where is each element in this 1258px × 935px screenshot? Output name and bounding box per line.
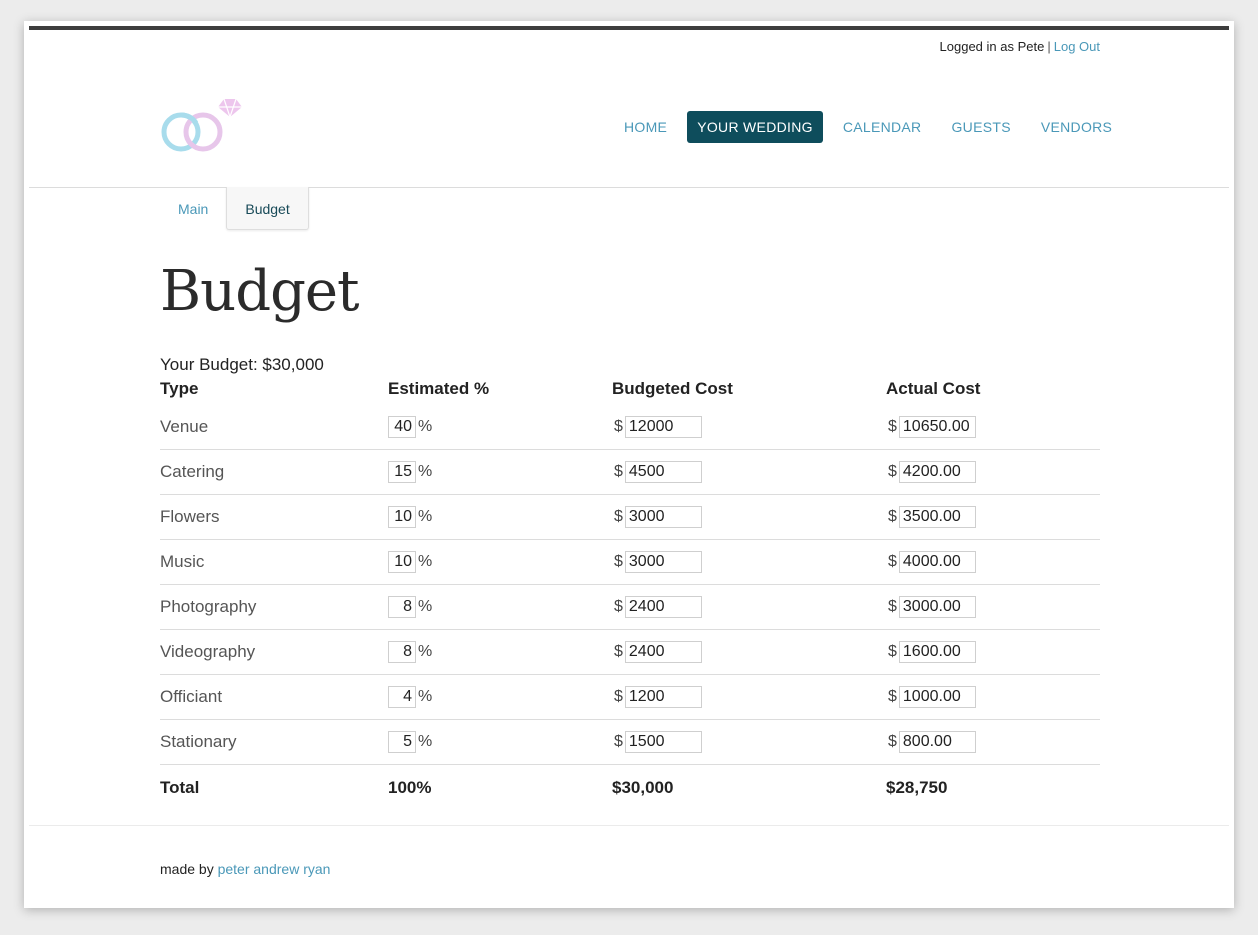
footer-divider: [29, 825, 1229, 826]
table-row: Music % $ $: [160, 540, 1100, 585]
percent-sign: %: [418, 508, 433, 525]
estimated-percent-input[interactable]: [388, 731, 416, 753]
dollar-sign: $: [888, 733, 897, 750]
dollar-sign: $: [888, 688, 897, 705]
percent-sign: %: [418, 733, 433, 750]
dollar-sign: $: [888, 418, 897, 435]
total-budget-text: Your Budget: $30,000: [160, 355, 324, 374]
nav-your-wedding[interactable]: YOUR WEDDING: [687, 111, 823, 143]
sub-tabs: Main Budget: [160, 187, 309, 230]
total-percent: 100%: [388, 778, 432, 797]
browser-window: Logged in as Pete | Log Out HOME YOUR WEDD…: [24, 21, 1234, 908]
dollar-sign: $: [614, 598, 623, 615]
budget-table: Type Estimated % Budgeted Cost Actual Co…: [160, 379, 1100, 811]
dollar-sign: $: [614, 553, 623, 570]
budgeted-cost-input[interactable]: [624, 461, 702, 483]
dollar-sign: $: [614, 643, 623, 660]
top-bar: [29, 26, 1229, 30]
table-row: Flowers % $ $: [160, 495, 1100, 540]
nav-home[interactable]: HOME: [614, 111, 677, 143]
table-row: Officiant % $ $: [160, 675, 1100, 720]
dollar-sign: $: [614, 418, 623, 435]
page-title: Budget: [160, 259, 360, 324]
dollar-sign: $: [888, 463, 897, 480]
dollar-sign: $: [614, 733, 623, 750]
author-link[interactable]: peter andrew ryan: [218, 861, 331, 877]
total-actual: $28,750: [886, 778, 948, 797]
total-budgeted: $30,000: [612, 778, 674, 797]
estimated-percent-input[interactable]: [388, 596, 416, 618]
table-row: Stationary % $ $: [160, 720, 1100, 765]
row-type: Videography: [160, 642, 256, 661]
percent-sign: %: [418, 643, 433, 660]
actual-cost-input[interactable]: [898, 596, 976, 618]
table-row: Videography % $ $: [160, 630, 1100, 675]
header-estimated: Estimated %: [388, 379, 490, 398]
actual-cost-input[interactable]: [898, 731, 976, 753]
table-row: Catering % $ $: [160, 450, 1100, 495]
tab-budget[interactable]: Budget: [226, 187, 309, 230]
row-type: Venue: [160, 417, 209, 436]
estimated-percent-input[interactable]: [388, 506, 416, 528]
row-type: Flowers: [160, 507, 220, 526]
table-row: Photography % $ $: [160, 585, 1100, 630]
budgeted-cost-input[interactable]: [624, 731, 702, 753]
estimated-percent-input[interactable]: [388, 461, 416, 483]
dollar-sign: $: [614, 688, 623, 705]
actual-cost-input[interactable]: [898, 641, 976, 663]
table-header-row: Type Estimated % Budgeted Cost Actual Co…: [160, 379, 1100, 405]
estimated-percent-input[interactable]: [388, 686, 416, 708]
actual-cost-input[interactable]: [898, 551, 976, 573]
wedding-rings-icon[interactable]: [160, 97, 244, 155]
row-type: Stationary: [160, 732, 237, 751]
nav-calendar[interactable]: CALENDAR: [833, 111, 932, 143]
header-actual: Actual Cost: [886, 379, 981, 398]
nav-vendors[interactable]: VENDORS: [1031, 111, 1122, 143]
dollar-sign: $: [614, 508, 623, 525]
budgeted-cost-input[interactable]: [624, 641, 702, 663]
percent-sign: %: [418, 598, 433, 615]
footer: made by peter andrew ryan: [160, 861, 330, 877]
actual-cost-input[interactable]: [898, 506, 976, 528]
row-type: Officiant: [160, 687, 223, 706]
actual-cost-input[interactable]: [898, 686, 976, 708]
main-nav: HOME YOUR WEDDING CALENDAR GUESTS VENDOR…: [614, 111, 1132, 143]
actual-cost-input[interactable]: [898, 416, 976, 438]
budgeted-cost-input[interactable]: [624, 686, 702, 708]
budgeted-cost-input[interactable]: [624, 416, 702, 438]
estimated-percent-input[interactable]: [388, 416, 416, 438]
userbar-separator: |: [1047, 39, 1051, 54]
budgeted-cost-input[interactable]: [624, 506, 702, 528]
estimated-percent-input[interactable]: [388, 551, 416, 573]
dollar-sign: $: [614, 463, 623, 480]
tab-main[interactable]: Main: [160, 187, 226, 229]
budgeted-cost-input[interactable]: [624, 596, 702, 618]
budgeted-cost-input[interactable]: [624, 551, 702, 573]
user-bar: Logged in as Pete | Log Out: [940, 39, 1100, 54]
logged-in-text: Logged in as Pete: [939, 39, 1045, 54]
header-budgeted: Budgeted Cost: [612, 379, 733, 398]
header-type: Type: [160, 379, 199, 398]
table-row: Venue % $ $: [160, 405, 1100, 450]
dollar-sign: $: [888, 598, 897, 615]
total-label: Total: [160, 778, 200, 797]
percent-sign: %: [418, 463, 433, 480]
total-row: Total 100% $30,000 $28,750: [160, 765, 1100, 811]
logout-link[interactable]: Log Out: [1054, 39, 1100, 54]
percent-sign: %: [418, 553, 433, 570]
percent-sign: %: [418, 418, 433, 435]
actual-cost-input[interactable]: [898, 461, 976, 483]
dollar-sign: $: [888, 553, 897, 570]
percent-sign: %: [418, 688, 433, 705]
dollar-sign: $: [888, 508, 897, 525]
dollar-sign: $: [888, 643, 897, 660]
nav-guests[interactable]: GUESTS: [941, 111, 1020, 143]
footer-prefix: made by: [160, 861, 214, 877]
estimated-percent-input[interactable]: [388, 641, 416, 663]
row-type: Catering: [160, 462, 225, 481]
row-type: Photography: [160, 597, 257, 616]
row-type: Music: [160, 552, 205, 571]
